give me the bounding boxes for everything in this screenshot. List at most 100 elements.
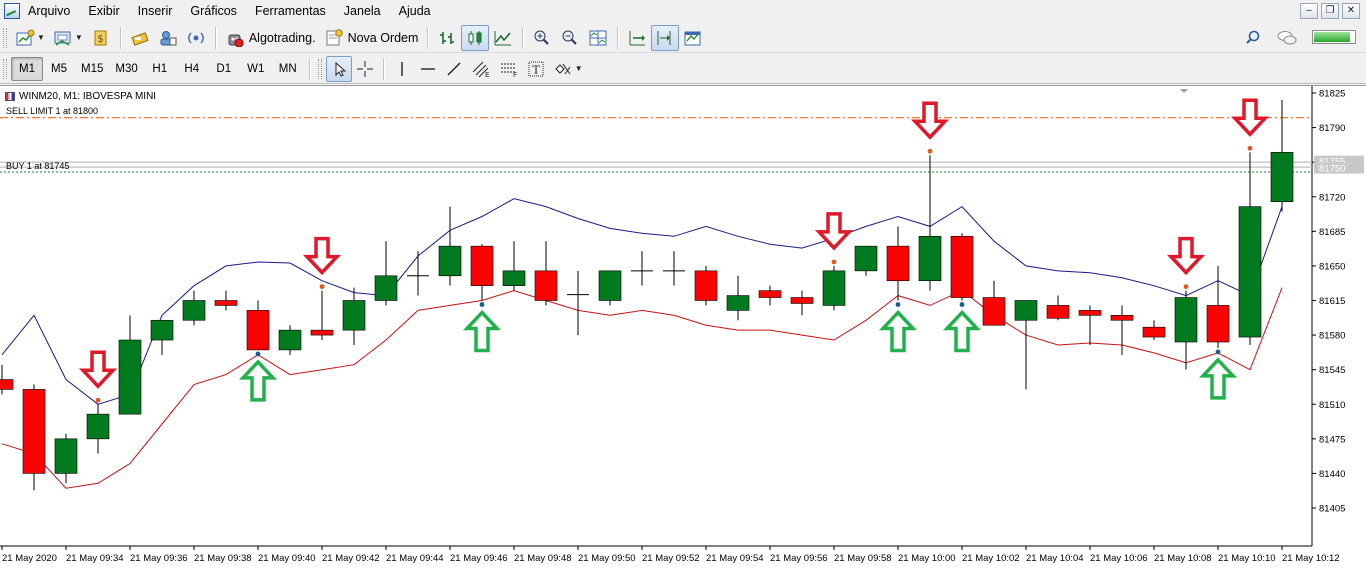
candle-bull (278, 329, 302, 351)
price-tick-label: 81685 (1319, 227, 1345, 238)
time-tick-label: 21 May 09:48 (514, 553, 572, 564)
tile-windows-button[interactable] (584, 25, 612, 51)
channel-icon: E (472, 61, 489, 78)
candle-bull (854, 245, 878, 272)
line-chart-button[interactable] (489, 25, 517, 51)
candle-bull (182, 300, 206, 321)
text-tool-icon: T (528, 61, 544, 76)
timeframe-m1[interactable]: M1 (11, 56, 43, 81)
zoom-in-button[interactable] (528, 25, 556, 51)
horizontal-line-button[interactable] (415, 56, 441, 82)
candlestick-chart-button[interactable] (461, 24, 490, 51)
candle-bull (1014, 300, 1038, 321)
timeframe-h4[interactable]: H4 (176, 57, 208, 81)
cursor-button[interactable] (325, 55, 352, 82)
search-icon (1246, 30, 1260, 44)
equidistant-channel-button[interactable]: E (467, 56, 495, 82)
new-chart-button[interactable]: ▼ (11, 25, 49, 51)
candle-bear (1142, 326, 1166, 338)
price-tick-label: 81790 (1319, 123, 1345, 134)
standard-toolbar: ▼ ▼ $ Algotrading. Nova Ordem (0, 23, 1366, 53)
menu-janela[interactable]: Janela (335, 0, 390, 22)
sell-signal-dot (95, 397, 101, 403)
menu-graficos[interactable]: Gráficos (181, 0, 246, 22)
menu-ferramentas[interactable]: Ferramentas (246, 0, 335, 22)
vertical-line-button[interactable] (389, 56, 415, 82)
search-button[interactable] (1240, 25, 1266, 51)
candle-bear (790, 297, 814, 304)
menu-arquivo[interactable]: Arquivo (26, 0, 79, 22)
toolbar-grip[interactable] (317, 58, 322, 79)
menu-exibir[interactable]: Exibir (79, 0, 128, 22)
timeframe-m5[interactable]: M5 (43, 57, 75, 81)
templates-button[interactable] (679, 25, 707, 51)
time-tick-label: 21 May 09:38 (194, 553, 252, 564)
time-tick-label: 21 May 2020 (2, 553, 57, 564)
trendline-button[interactable] (441, 56, 467, 82)
candle-bull (150, 319, 174, 341)
crosshair-button[interactable] (352, 56, 378, 82)
text-tool-button[interactable]: T (523, 56, 549, 82)
chart-shift-icon (657, 30, 671, 45)
navigator-button[interactable] (154, 25, 182, 51)
autoscroll-button[interactable] (623, 25, 651, 51)
sell-arrow-icon (1230, 98, 1270, 137)
candle-bear (214, 300, 238, 306)
menu-ajuda[interactable]: Ajuda (390, 0, 440, 22)
restore-button[interactable]: ❐ (1321, 3, 1339, 19)
new-order-button[interactable]: Nova Ordem (320, 25, 423, 51)
svg-text:F: F (513, 71, 517, 78)
minimize-button[interactable]: – (1300, 3, 1318, 19)
zoom-out-button[interactable] (556, 25, 584, 51)
algotrading-label: Algotrading. (248, 30, 316, 45)
market-watch-button[interactable]: $ (87, 25, 115, 51)
buy-signal-dot (1215, 349, 1221, 355)
timeframe-h1[interactable]: H1 (144, 57, 176, 81)
toolbar-grip[interactable] (3, 58, 7, 79)
templates-icon (684, 31, 701, 45)
fibonacci-button[interactable]: F (495, 56, 523, 82)
chart-window[interactable]: 8182581790817558172081685816508161581580… (0, 85, 1366, 579)
signal-icon (188, 32, 204, 43)
algotrading-button[interactable]: Algotrading. (221, 25, 320, 51)
zoom-in-icon (534, 30, 550, 45)
time-tick-label: 21 May 09:44 (386, 553, 444, 564)
profiles-button[interactable]: ▼ (49, 25, 87, 51)
time-tick-label: 21 May 09:52 (642, 553, 700, 564)
sell-limit-label[interactable]: SELL LIMIT 1 at 81800 (6, 106, 98, 116)
menu-inserir[interactable]: Inserir (129, 0, 182, 22)
buy-label[interactable]: BUY 1 at 81745 (6, 161, 69, 171)
price-tick-label: 81615 (1319, 296, 1345, 307)
sell-signal-dot (319, 284, 325, 290)
time-tick-label: 21 May 09:34 (66, 553, 124, 564)
window-controls: – ❐ ✕ (1300, 3, 1360, 19)
data-window-button[interactable] (126, 25, 154, 51)
shapes-dropdown-button[interactable]: ▼ (549, 56, 587, 82)
price-tick-label: 81825 (1319, 89, 1345, 100)
new-order-icon (326, 28, 343, 45)
price-chart[interactable]: 8182581790817558172081685816508161581580… (0, 86, 1366, 579)
candle-bear (534, 270, 558, 301)
timeframe-m30[interactable]: M30 (109, 57, 143, 81)
svg-text:T: T (532, 63, 540, 76)
timeframe-mn[interactable]: MN (272, 57, 304, 81)
time-tick-label: 21 May 09:58 (834, 553, 892, 564)
sell-signal-dot (1247, 145, 1253, 151)
chart-shift-marker-icon (1180, 89, 1188, 93)
price-tick-label: 81720 (1319, 192, 1345, 203)
close-button[interactable]: ✕ (1342, 3, 1360, 19)
signals-button[interactable] (182, 25, 210, 51)
chart-shift-button[interactable] (651, 24, 680, 51)
time-tick-label: 21 May 10:04 (1026, 553, 1084, 564)
coins-icon: $ (94, 30, 107, 45)
bar-chart-button[interactable] (433, 25, 461, 51)
timeframe-d1[interactable]: D1 (208, 57, 240, 81)
navigator-icon (160, 30, 177, 45)
timeframe-m15[interactable]: M15 (75, 57, 109, 81)
chat-icon (1277, 31, 1297, 45)
chat-button[interactable] (1272, 25, 1302, 51)
sell-signal-dot (1183, 284, 1189, 290)
toolbar-grip[interactable] (3, 27, 7, 48)
time-tick-label: 21 May 10:08 (1154, 553, 1212, 564)
timeframe-w1[interactable]: W1 (240, 57, 272, 81)
